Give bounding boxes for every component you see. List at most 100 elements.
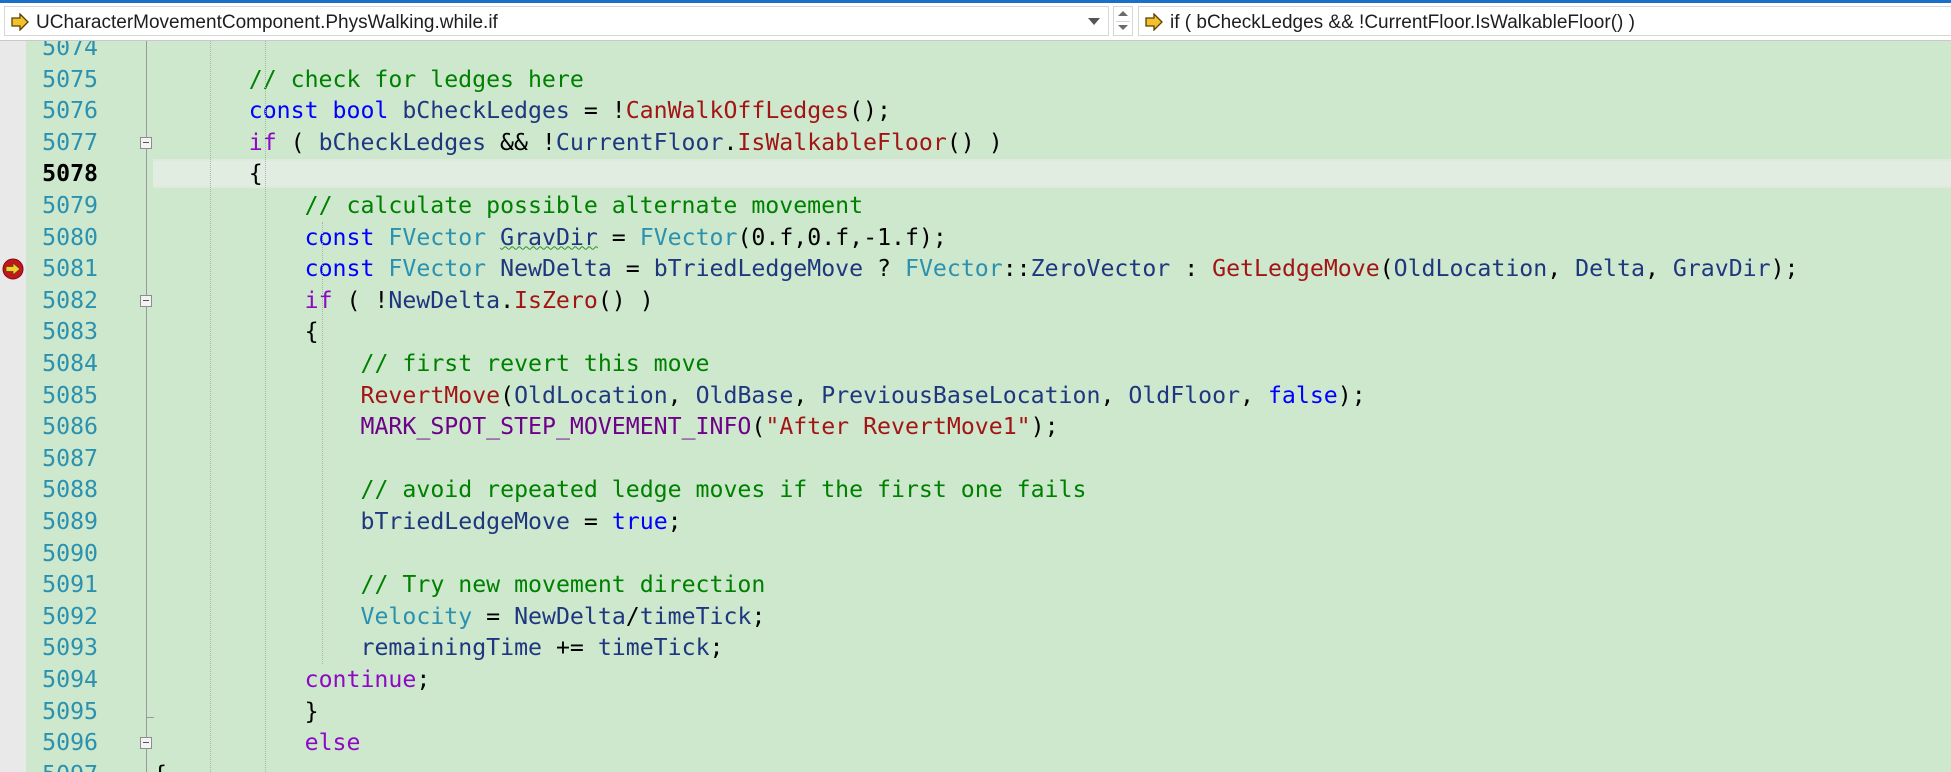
line-number: 5080 — [42, 223, 98, 251]
code-token: OldFloor — [1128, 381, 1241, 409]
code-text: { — [249, 158, 263, 190]
code-token: } — [304, 697, 319, 725]
code-line[interactable]: 5088 // avoid repeated ledge moves if the… — [0, 474, 1951, 506]
right-arrow-icon — [11, 13, 29, 31]
code-token: = ! — [569, 97, 626, 125]
code-token: ( ! — [332, 286, 389, 314]
code-token: if — [248, 128, 277, 156]
code-text: { — [305, 316, 319, 348]
code-line[interactable]: 5082 if ( !NewDelta.IsZero() ) — [0, 285, 1951, 317]
code-text: bTriedLedgeMove = true; — [361, 506, 682, 538]
code-text: RevertMove(OldLocation, OldBase, Previou… — [361, 380, 1366, 412]
code-token: // calculate possible alternate movement — [304, 192, 864, 219]
code-token: ( — [751, 413, 766, 441]
code-token: // check for ledges here — [248, 65, 584, 93]
chevron-down-icon[interactable] — [1088, 18, 1100, 25]
code-token: PreviousBaseLocation — [821, 381, 1101, 409]
code-token: ; — [709, 634, 724, 662]
code-text: // check for ledges here — [249, 64, 584, 96]
code-editor[interactable]: 5074 5075 // check for ledges here 5076 cons… — [0, 41, 1951, 772]
code-line[interactable]: 5092 Velocity = NewDelta/timeTick; — [0, 601, 1951, 633]
chevron-down-icon[interactable] — [1118, 25, 1128, 30]
active-document-indicator — [0, 0, 1951, 3]
code-token: (); — [849, 97, 891, 125]
outline-end-marker — [146, 716, 154, 718]
code-token: FVector — [388, 223, 487, 251]
code-token: const — [304, 255, 375, 283]
code-token: , — [667, 381, 696, 409]
code-token: RevertMove — [360, 381, 501, 409]
code-line[interactable]: 5096 else — [0, 727, 1951, 759]
code-token: IsZero — [514, 286, 598, 314]
code-token: CurrentFloor — [555, 128, 724, 156]
code-token: , — [1100, 381, 1129, 409]
code-token: / — [625, 602, 640, 630]
code-line[interactable]: 5074 — [0, 41, 1951, 64]
line-number: 5076 — [42, 97, 98, 125]
indent-guide — [210, 41, 211, 772]
code-line[interactable]: 5086 MARK_SPOT_STEP_MOVEMENT_INFO("After … — [0, 411, 1951, 443]
code-text: const FVector NewDelta = bTriedLedgeMove… — [305, 253, 1799, 285]
code-line[interactable]: 5077 if ( bCheckLedges && !CurrentFloor.I… — [0, 127, 1951, 159]
code-token: GravDir — [500, 223, 598, 251]
code-line[interactable]: 5083 { — [0, 316, 1951, 348]
navigation-spinner[interactable] — [1113, 6, 1133, 36]
member-dropdown[interactable]: if ( bCheckLedges && !CurrentFloor.IsWal… — [1138, 6, 1951, 36]
code-token: { — [248, 160, 263, 188]
collapse-minus-icon[interactable] — [140, 136, 152, 149]
code-line[interactable]: 5078 { — [0, 158, 1951, 190]
code-line[interactable]: 5085 RevertMove(OldLocation, OldBase, Pre… — [0, 380, 1951, 412]
code-line[interactable]: 5079 // calculate possible alternate move… — [0, 190, 1951, 222]
code-line[interactable]: 5089 bTriedLedgeMove = true; — [0, 506, 1951, 538]
scope-dropdown[interactable]: UCharacterMovementComponent.PhysWalking.… — [4, 6, 1109, 36]
line-number: 5082 — [42, 286, 98, 314]
chevron-up-icon[interactable] — [1118, 11, 1128, 16]
line-number: 5087 — [42, 444, 98, 472]
line-number: 5075 — [42, 65, 98, 93]
code-token: continue — [304, 666, 417, 693]
code-text: } — [305, 696, 319, 728]
code-line[interactable]: 5095} — [0, 696, 1951, 728]
code-token: FVector — [388, 255, 487, 283]
code-token: remainingTime — [360, 634, 542, 662]
code-token: IsWalkableFloor — [737, 128, 947, 156]
code-token: else — [304, 729, 361, 757]
breakpoint-current-statement-icon[interactable] — [2, 258, 24, 280]
code-line[interactable]: 5094 continue; — [0, 664, 1951, 696]
code-token: { — [304, 318, 319, 346]
code-token: NewDelta — [500, 255, 612, 283]
code-line[interactable]: 5097 { — [0, 759, 1951, 772]
code-line[interactable]: 5075 // check for ledges here — [0, 64, 1951, 96]
line-number: 5088 — [42, 476, 98, 504]
code-token: && ! — [486, 128, 556, 156]
code-token: timeTick — [639, 602, 752, 630]
code-line[interactable]: 5080 const FVector GravDir = FVector(0.f,… — [0, 222, 1951, 254]
code-line[interactable]: 5091 // Try new movement direction — [0, 569, 1951, 601]
code-line[interactable]: 5084 // first revert this move — [0, 348, 1951, 380]
code-token: , — [1240, 381, 1268, 409]
code-line[interactable]: 5081 const FVector NewDelta = bTriedLedge… — [0, 253, 1951, 285]
code-line[interactable]: 5090 — [0, 538, 1951, 570]
code-text: continue; — [305, 664, 431, 696]
code-text: // avoid repeated ledge moves if the fir… — [361, 474, 1087, 506]
code-token: , — [1644, 255, 1673, 283]
code-token: Delta — [1575, 255, 1645, 283]
code-token: ; — [667, 508, 682, 535]
code-token: bool — [332, 97, 389, 125]
code-line[interactable]: 5087 — [0, 443, 1951, 475]
collapse-minus-icon[interactable] — [140, 294, 152, 307]
code-token: Velocity — [360, 602, 473, 630]
code-line[interactable]: 5093 remainingTime += timeTick; — [0, 632, 1951, 664]
code-token: // Try new movement direction — [360, 571, 766, 599]
code-token: true — [611, 508, 668, 535]
collapse-minus-icon[interactable] — [140, 737, 152, 750]
line-number: 5094 — [42, 666, 98, 693]
code-line[interactable]: 5076 const bool bCheckLedges = !CanWalkOf… — [0, 95, 1951, 127]
code-token: bCheckLedges — [402, 97, 570, 125]
spinner-divider — [1116, 21, 1130, 22]
